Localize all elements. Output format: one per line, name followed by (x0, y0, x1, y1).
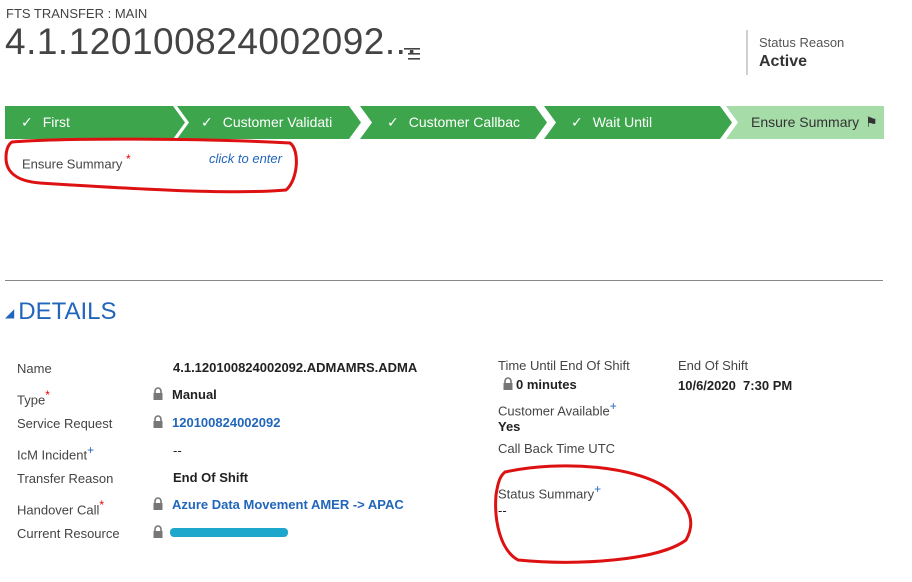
record-title: 4.1.120100824002092... (5, 21, 418, 62)
field-value-status-summary[interactable]: -- (498, 503, 507, 518)
field-label-end-of-shift: End Of Shift (678, 358, 749, 373)
field-value-time-until-end-of-shift[interactable]: 0 minutes (502, 377, 577, 392)
value-text: 0 minutes (516, 377, 577, 392)
field-label-name: Name (17, 361, 52, 376)
check-icon: ✓ (201, 114, 213, 130)
label-text: Status Summary (498, 486, 595, 502)
label-text: Service Request (17, 416, 113, 431)
label-text: Transfer Reason (17, 471, 114, 486)
field-value-handover-call[interactable]: Azure Data Movement AMER -> APAC (152, 497, 404, 512)
field-value-name[interactable]: 4.1.120100824002092.ADMAMRS.ADMA (173, 360, 439, 375)
field-label-transfer-reason: Transfer Reason (17, 471, 113, 486)
required-icon: * (99, 498, 105, 512)
collapse-triangle-icon: ◢ (5, 305, 15, 320)
lock-icon (503, 377, 513, 390)
stage-label: Customer Validati (222, 114, 333, 130)
flag-icon: ⚑ (865, 114, 878, 130)
status-divider (746, 30, 748, 75)
label-text: IcM Incident (17, 447, 88, 463)
field-value-type[interactable]: Manual (152, 387, 217, 402)
lock-icon (153, 525, 163, 538)
ensure-summary-label-text: Ensure Summary (22, 156, 123, 172)
lock-icon (153, 387, 163, 400)
check-icon: ✓ (387, 114, 399, 130)
ensure-summary-input[interactable]: click to enter (209, 151, 282, 166)
recommended-icon: + (594, 482, 602, 496)
field-label-type: Type* (17, 388, 50, 407)
check-icon: ✓ (571, 114, 583, 130)
check-icon: ✓ (21, 114, 33, 130)
field-value-icm-incident[interactable]: -- (173, 443, 182, 458)
lock-icon (153, 415, 163, 428)
field-label-customer-available: Customer Available+ (498, 399, 617, 418)
label-text: Type (17, 392, 46, 408)
field-label-current-resource: Current Resource (17, 526, 120, 541)
field-label-icm-incident: IcM Incident+ (17, 443, 94, 462)
stage-customer-validation[interactable]: ✓ Customer Validati (201, 106, 349, 139)
label-text: Current Resource (17, 526, 120, 541)
lock-icon (153, 497, 163, 510)
label-text: Name (17, 361, 52, 376)
recommended-icon: + (609, 399, 617, 413)
section-divider (5, 280, 883, 281)
field-value-service-request[interactable]: 120100824002092 (152, 415, 280, 430)
field-label-service-request: Service Request (17, 416, 112, 431)
stage-ensure-summary[interactable]: Ensure Summary ⚑ (751, 106, 884, 139)
field-value-end-of-shift[interactable]: 10/6/2020 7:30 PM (678, 378, 792, 393)
stage-label: First (42, 114, 70, 130)
annotation-overlay (4, 137, 693, 564)
stage-label: Customer Callbac (408, 114, 520, 130)
field-label-handover-call: Handover Call* (17, 498, 104, 517)
required-icon: * (45, 388, 50, 402)
ensure-summary-label: Ensure Summary * (22, 152, 131, 171)
field-value-current-resource[interactable] (152, 525, 172, 540)
label-text: Handover Call (17, 502, 100, 518)
field-value-transfer-reason[interactable]: End Of Shift (173, 470, 248, 485)
value-text: Azure Data Movement AMER -> APAC (172, 497, 404, 512)
status-reason-label: Status Reason (759, 35, 845, 50)
stage-customer-callback[interactable]: ✓ Customer Callbac (387, 106, 537, 139)
stage-label: Wait Until (592, 114, 653, 130)
process-bar: ✓ First ✓ Customer Validati ✓ Customer Call… (5, 106, 884, 139)
details-section-header[interactable]: ◢ DETAILS (5, 298, 116, 326)
stage-first[interactable]: ✓ First (21, 106, 171, 139)
field-value-customer-available[interactable]: Yes (498, 419, 520, 434)
field-label-time-until-end-of-shift: Time Until End Of Shift (498, 358, 630, 373)
recommended-icon: + (87, 443, 95, 457)
label-text: Customer Available (498, 403, 610, 419)
stage-label: Ensure Summary (751, 114, 860, 130)
value-text: Manual (172, 387, 217, 402)
stage-wait-until[interactable]: ✓ Wait Until (571, 106, 721, 139)
form-type-label: FTS TRANSFER : MAIN (6, 6, 148, 21)
field-label-call-back-time-utc: Call Back Time UTC (498, 441, 616, 456)
value-text: 120100824002092 (172, 415, 281, 430)
field-label-status-summary: Status Summary+ (498, 482, 601, 501)
redacted-mark (170, 528, 288, 537)
annotation-circle-status-summary (494, 464, 693, 564)
details-header-text: DETAILS (18, 298, 117, 325)
list-menu-icon[interactable] (402, 46, 422, 62)
status-reason-value[interactable]: Active (759, 53, 807, 71)
required-icon: * (126, 152, 131, 166)
